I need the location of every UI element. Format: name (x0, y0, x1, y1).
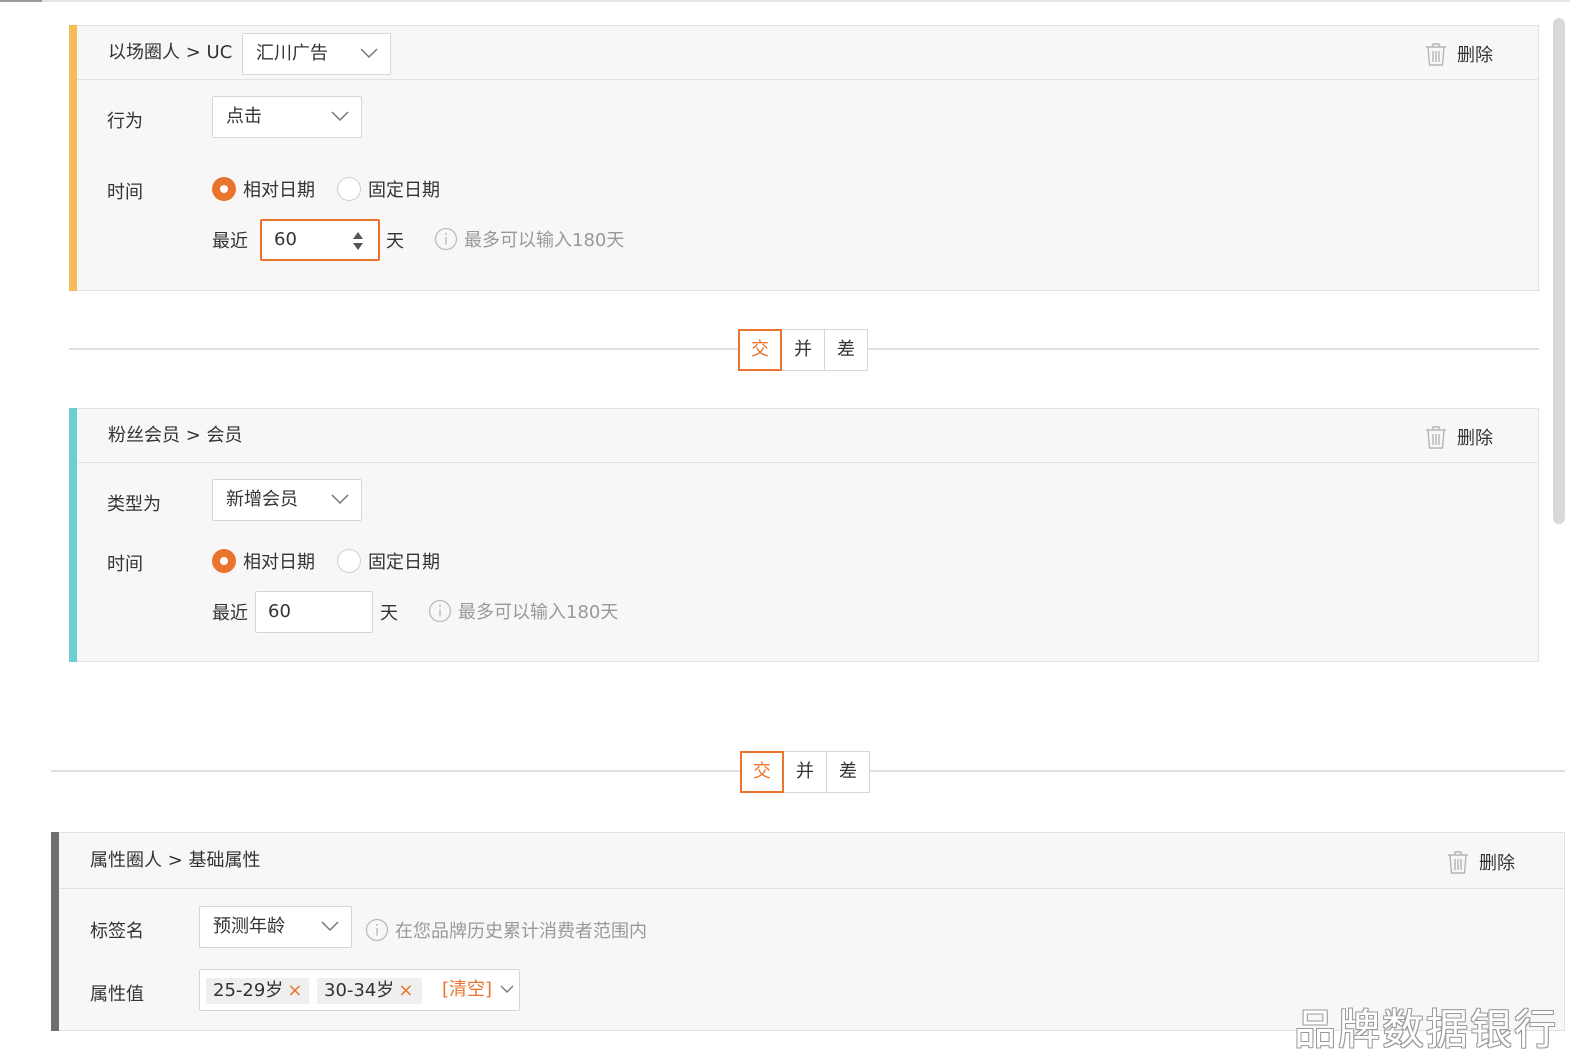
info-icon (434, 227, 458, 251)
op-intersect-button[interactable]: 交 (740, 751, 784, 793)
recent-days-value: 60 (268, 601, 291, 622)
radio-fixed-label: 固定日期 (368, 552, 440, 573)
chevron-down-icon (360, 48, 378, 59)
delete-button[interactable]: 删除 (1425, 41, 1493, 67)
card-header: 粉丝会员 > 会员 删除 (77, 409, 1538, 463)
remove-tag-icon[interactable]: × (398, 980, 413, 1001)
member-type-select[interactable]: 新增会员 (212, 479, 362, 521)
chevron-down-icon (331, 111, 349, 122)
recent-label: 最近 (212, 231, 248, 252)
card-header: 属性圈人 > 基础属性 删除 (59, 833, 1564, 889)
radio-checked-icon (212, 549, 236, 573)
attribute-value-label: 属性值 (90, 984, 144, 1005)
max-days-hint-text: 最多可以输入180天 (464, 230, 625, 251)
remove-tag-icon[interactable]: × (287, 980, 302, 1001)
time-label: 时间 (107, 182, 143, 203)
card-header: 以场圈人 > UC 汇川广告 删除 (77, 26, 1538, 80)
spinner-arrows-icon[interactable] (352, 231, 364, 251)
attribute-value-multiselect[interactable]: 25-29岁 × 30-34岁 × [清空] (199, 969, 520, 1011)
chevron-down-icon[interactable] (500, 984, 514, 995)
scrollbar[interactable] (1553, 18, 1565, 524)
tag-scope-hint-text: 在您品牌历史累计消费者范围内 (395, 921, 647, 942)
breadcrumb: 粉丝会员 > 会员 (108, 425, 243, 446)
selected-tag-label: 25-29岁 (213, 980, 284, 1001)
radio-relative-label: 相对日期 (243, 180, 315, 201)
trash-icon (1426, 43, 1446, 66)
behavior-select-value: 点击 (226, 106, 262, 127)
delete-label: 删除 (1479, 853, 1515, 874)
clear-button[interactable]: [清空] (442, 970, 492, 1010)
top-border (0, 0, 1570, 2)
radio-fixed-label: 固定日期 (368, 180, 440, 201)
radio-unchecked-icon (337, 549, 361, 573)
op-union-button[interactable]: 并 (781, 329, 825, 371)
card-accent-bar (51, 832, 59, 1031)
delete-label: 删除 (1457, 428, 1493, 449)
card-accent-bar (69, 408, 77, 662)
unit-label: 天 (386, 231, 404, 252)
card-accent-bar (69, 25, 77, 291)
chevron-down-icon (331, 494, 349, 505)
radio-fixed-date[interactable]: 固定日期 (337, 548, 440, 574)
op-union-button[interactable]: 并 (783, 751, 827, 793)
info-icon (428, 599, 452, 623)
tag-scope-hint: 在您品牌历史累计消费者范围内 (365, 917, 647, 943)
set-operator-group: 交 并 差 (740, 751, 870, 793)
brand-watermark: 品牌数据银行 (1294, 1005, 1559, 1054)
radio-checked-icon (212, 177, 236, 201)
top-border-accent (0, 0, 42, 2)
selected-tag-label: 30-34岁 (324, 980, 395, 1001)
behavior-label: 行为 (107, 111, 143, 132)
time-label: 时间 (107, 554, 143, 575)
chevron-down-icon (321, 921, 339, 932)
selected-tag: 25-29岁 × (206, 978, 309, 1004)
radio-relative-date[interactable]: 相对日期 (212, 176, 315, 202)
breadcrumb: 以场圈人 > UC (108, 42, 233, 63)
delete-label: 删除 (1457, 45, 1493, 66)
delete-button[interactable]: 删除 (1447, 849, 1515, 875)
tag-name-value: 预测年龄 (213, 916, 285, 937)
condition-card-uc: 以场圈人 > UC 汇川广告 删除 行为 点击 时间 相对日期 固定日期 最近 … (69, 25, 1539, 291)
recent-days-input[interactable]: 60 (260, 219, 380, 261)
tag-name-label: 标签名 (90, 921, 144, 942)
behavior-select[interactable]: 点击 (212, 96, 362, 138)
op-intersect-button[interactable]: 交 (738, 329, 782, 371)
trash-icon (1426, 426, 1446, 449)
radio-relative-date[interactable]: 相对日期 (212, 548, 315, 574)
op-difference-button[interactable]: 差 (826, 751, 870, 793)
selected-tag: 30-34岁 × (317, 978, 422, 1004)
max-days-hint: 最多可以输入180天 (428, 598, 618, 624)
max-days-hint-text: 最多可以输入180天 (458, 602, 619, 623)
member-type-value: 新增会员 (226, 489, 298, 510)
trash-icon (1448, 851, 1468, 874)
set-operator-group: 交 并 差 (738, 329, 868, 371)
breadcrumb: 属性圈人 > 基础属性 (90, 850, 261, 871)
recent-days-input[interactable]: 60 (255, 591, 373, 633)
info-icon (365, 918, 389, 942)
op-difference-button[interactable]: 差 (824, 329, 868, 371)
delete-button[interactable]: 删除 (1425, 424, 1493, 450)
radio-fixed-date[interactable]: 固定日期 (337, 176, 440, 202)
radio-relative-label: 相对日期 (243, 552, 315, 573)
tag-name-select[interactable]: 预测年龄 (199, 906, 352, 948)
recent-days-value: 60 (274, 229, 297, 250)
source-select[interactable]: 汇川广告 (242, 33, 391, 75)
source-select-value: 汇川广告 (256, 43, 328, 64)
recent-label: 最近 (212, 603, 248, 624)
condition-card-member: 粉丝会员 > 会员 删除 类型为 新增会员 时间 相对日期 固定日期 最近 60… (69, 408, 1539, 662)
max-days-hint: 最多可以输入180天 (434, 226, 624, 252)
type-label: 类型为 (107, 494, 161, 515)
unit-label: 天 (380, 603, 398, 624)
radio-unchecked-icon (337, 177, 361, 201)
